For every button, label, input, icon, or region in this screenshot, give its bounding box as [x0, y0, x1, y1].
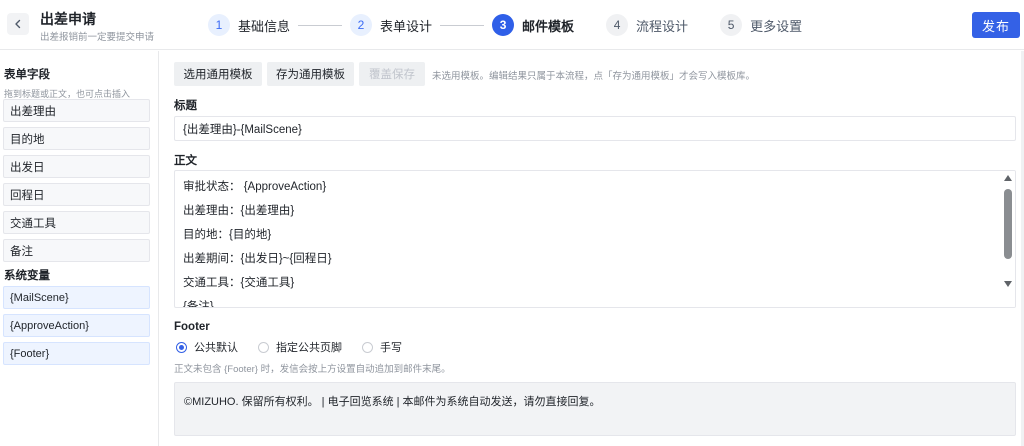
- field-sidebar: 表单字段 拖到标题或正文，也可点击插入 出差理由 目的地 出发日 回程日 交通工…: [0, 51, 159, 446]
- overwrite-save-button[interactable]: 覆盖保存: [359, 62, 425, 86]
- field-item-remarks[interactable]: 备注: [3, 239, 150, 262]
- footer-label: Footer: [174, 321, 210, 333]
- field-item-transport[interactable]: 交通工具: [3, 211, 150, 234]
- select-template-button[interactable]: 选用通用模板: [174, 62, 262, 86]
- body-line: 交通工具：{交通工具}: [183, 277, 295, 289]
- scroll-down-arrow-icon[interactable]: [1004, 281, 1012, 287]
- field-item-reason[interactable]: 出差理由: [3, 99, 150, 122]
- radio-dot-icon: [176, 341, 187, 353]
- body-editor[interactable]: 审批状态： {ApproveAction} 出差理由：{出差理由} 目的地：{目…: [174, 170, 1016, 308]
- footer-preview-text: ©MIZUHO. 保留所有权利。 | 电子回览系统 | 本邮件为系统自动发送，请…: [184, 396, 601, 408]
- step-number: 3: [492, 14, 515, 36]
- template-note: 未选用模板。编辑结果只属于本流程，点「存为通用模板」才会写入模板库。: [432, 71, 756, 82]
- form-fields-heading: 表单字段: [4, 69, 50, 81]
- back-button[interactable]: [7, 13, 29, 35]
- radio-label: 公共默认: [194, 342, 238, 354]
- radio-label: 手写: [380, 342, 402, 354]
- body-label: 正文: [174, 155, 197, 167]
- footer-radio-group: 公共默认 指定公共页脚 手写: [176, 339, 422, 355]
- var-item-approveaction[interactable]: {ApproveAction}: [3, 314, 150, 337]
- header-bar: 出差申请 出差报销前一定要提交申请 1 基础信息 2 表单设计 3 邮件模板 4…: [0, 0, 1024, 50]
- footer-radio-handwritten[interactable]: 手写: [362, 339, 402, 355]
- step-label: 邮件模板: [522, 18, 575, 34]
- scroll-thumb[interactable]: [1004, 189, 1012, 259]
- step-number: 5: [720, 14, 743, 36]
- step-label: 表单设计: [380, 18, 433, 34]
- body-line: 出差理由：{出差理由}: [183, 205, 295, 217]
- footer-preview: ©MIZUHO. 保留所有权利。 | 电子回览系统 | 本邮件为系统自动发送，请…: [174, 382, 1016, 436]
- step-mail-template[interactable]: 3 邮件模板: [492, 14, 574, 36]
- body-line: 目的地：{目的地}: [183, 229, 272, 241]
- radio-dot-icon: [258, 341, 269, 353]
- var-item-mailscene[interactable]: {MailScene}: [3, 286, 150, 309]
- body-scrollbar[interactable]: [1001, 171, 1015, 307]
- body-line: 出差期间：{出发日}~{回程日}: [183, 253, 332, 265]
- body-line: {备注}: [183, 301, 214, 308]
- step-label: 基础信息: [238, 18, 291, 34]
- field-item-return[interactable]: 回程日: [3, 183, 150, 206]
- subject-input[interactable]: [174, 116, 1016, 141]
- field-item-departure[interactable]: 出发日: [3, 155, 150, 178]
- radio-label: 指定公共页脚: [276, 342, 342, 354]
- system-vars-heading: 系统变量: [4, 270, 50, 282]
- step-more-settings[interactable]: 5 更多设置: [720, 14, 802, 36]
- footer-radio-default[interactable]: 公共默认: [176, 339, 238, 355]
- footer-radio-common[interactable]: 指定公共页脚: [258, 339, 342, 355]
- chevron-left-icon: [15, 19, 21, 29]
- step-connector: [298, 24, 343, 26]
- form-title: 出差申请: [40, 11, 96, 27]
- step-connector: [440, 24, 485, 26]
- footer-note: 正文未包含 {Footer} 时，发信会按上方设置自动追加到邮件末尾。: [174, 364, 451, 375]
- step-flow-design[interactable]: 4 流程设计: [606, 14, 688, 36]
- save-as-template-button[interactable]: 存为通用模板: [267, 62, 354, 86]
- step-label: 更多设置: [750, 18, 803, 34]
- step-label: 流程设计: [636, 18, 689, 34]
- step-number: 4: [606, 14, 629, 36]
- var-item-footer[interactable]: {Footer}: [3, 342, 150, 365]
- subject-label: 标题: [174, 100, 197, 112]
- body-line: 审批状态： {ApproveAction}: [183, 181, 327, 193]
- step-number: 1: [208, 14, 230, 36]
- step-basic-info[interactable]: 1 基础信息: [208, 14, 290, 36]
- field-item-destination[interactable]: 目的地: [3, 127, 150, 150]
- scroll-up-arrow-icon[interactable]: [1004, 175, 1012, 181]
- step-indicator: 1 基础信息 2 表单设计 3 邮件模板 4 流程设计 5 更多设置: [208, 12, 802, 38]
- form-subtitle: 出差报销前一定要提交申请: [40, 32, 155, 43]
- step-form-design[interactable]: 2 表单设计: [350, 14, 432, 36]
- step-number: 2: [350, 14, 373, 36]
- radio-dot-icon: [362, 341, 373, 353]
- publish-button[interactable]: 发布: [972, 12, 1020, 38]
